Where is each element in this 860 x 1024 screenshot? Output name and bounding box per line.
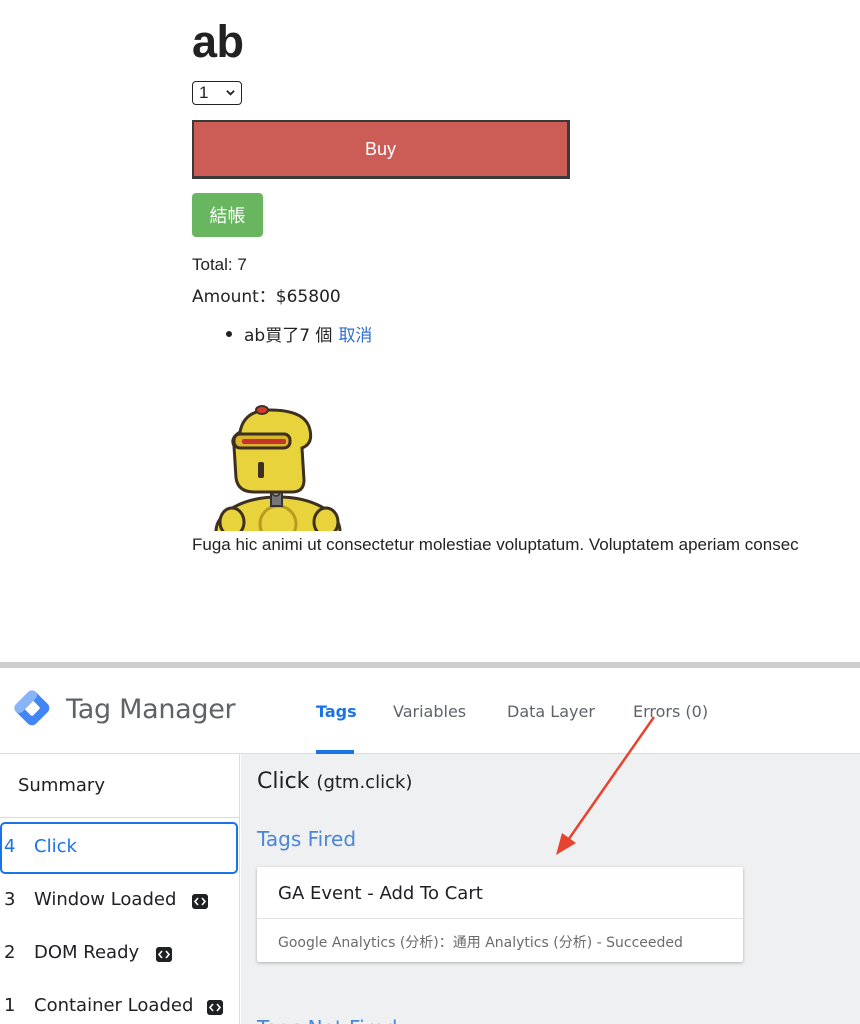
event-number: 4: [4, 836, 16, 857]
tab-errors[interactable]: Errors (0): [633, 702, 708, 721]
checkout-button[interactable]: 結帳: [192, 193, 263, 237]
quantity-value: 1: [199, 83, 209, 102]
cart-list-item: ab買了7 個 取消: [226, 321, 372, 346]
chevron-down-icon: [226, 90, 235, 96]
sidebar-item-container-loaded[interactable]: 1 Container Loaded: [0, 981, 238, 1024]
tab-tags[interactable]: Tags: [316, 702, 357, 721]
code-icon: [207, 1000, 223, 1015]
quantity-select[interactable]: 1: [192, 81, 242, 105]
fired-tag-detail: Google Analytics (分析)：通用 Analytics (分析) …: [278, 935, 683, 951]
card-divider: [257, 918, 743, 919]
event-number: 3: [4, 889, 16, 910]
app-title: Tag Manager: [66, 694, 236, 725]
tag-manager-header: Tag Manager Tags Variables Data Layer Er…: [0, 668, 860, 754]
amount-text: Amount：$65800: [192, 287, 341, 307]
event-title: Click (gtm.click): [257, 769, 412, 794]
buy-button[interactable]: Buy: [192, 120, 570, 179]
code-icon: [192, 894, 208, 909]
bullet-icon: [226, 330, 232, 337]
sidebar-item-summary[interactable]: Summary: [0, 754, 240, 818]
tags-fired-heading: Tags Fired: [257, 827, 357, 851]
fired-tag-name: GA Event - Add To Cart: [278, 883, 483, 904]
robot-image: [214, 405, 342, 531]
event-title-key: (gtm.click): [316, 772, 413, 793]
event-label: Click: [34, 836, 77, 857]
cart-item-text: ab買了7 個: [244, 326, 333, 346]
event-sidebar: Summary 4 Click 3 Window Loaded 2 DOM Re…: [0, 754, 240, 1024]
product-title: ab: [192, 16, 244, 67]
tab-variables[interactable]: Variables: [393, 702, 466, 721]
tab-data-layer[interactable]: Data Layer: [507, 702, 595, 721]
event-title-name: Click: [257, 769, 310, 794]
event-number: 2: [4, 942, 16, 963]
total-text: Total: 7: [192, 255, 247, 274]
sidebar-item-click[interactable]: 4 Click: [0, 822, 238, 874]
event-detail-panel: Click (gtm.click) Tags Fired GA Event - …: [241, 754, 860, 1024]
sidebar-item-window-loaded[interactable]: 3 Window Loaded: [0, 875, 238, 927]
event-label: Container Loaded: [34, 995, 194, 1016]
event-number: 1: [4, 995, 16, 1016]
tags-not-fired-heading: Tags Not Fired: [257, 1016, 397, 1024]
cancel-link[interactable]: 取消: [338, 321, 372, 346]
tag-manager-logo-icon: [14, 690, 50, 726]
sidebar-item-dom-ready[interactable]: 2 DOM Ready: [0, 928, 238, 980]
sidebar-summary-label: Summary: [18, 775, 105, 796]
product-description: Fuga hic animi ut consectetur molestiae …: [192, 535, 799, 554]
fired-tag-card[interactable]: GA Event - Add To Cart Google Analytics …: [257, 867, 743, 962]
event-label: DOM Ready: [34, 942, 140, 963]
tag-manager-panel: Tag Manager Tags Variables Data Layer Er…: [0, 668, 860, 1024]
product-page: ab 1 Buy 結帳 Total: 7 Amount：$65800 ab買了7…: [0, 0, 860, 662]
event-label: Window Loaded: [34, 889, 177, 910]
code-icon: [156, 947, 172, 962]
